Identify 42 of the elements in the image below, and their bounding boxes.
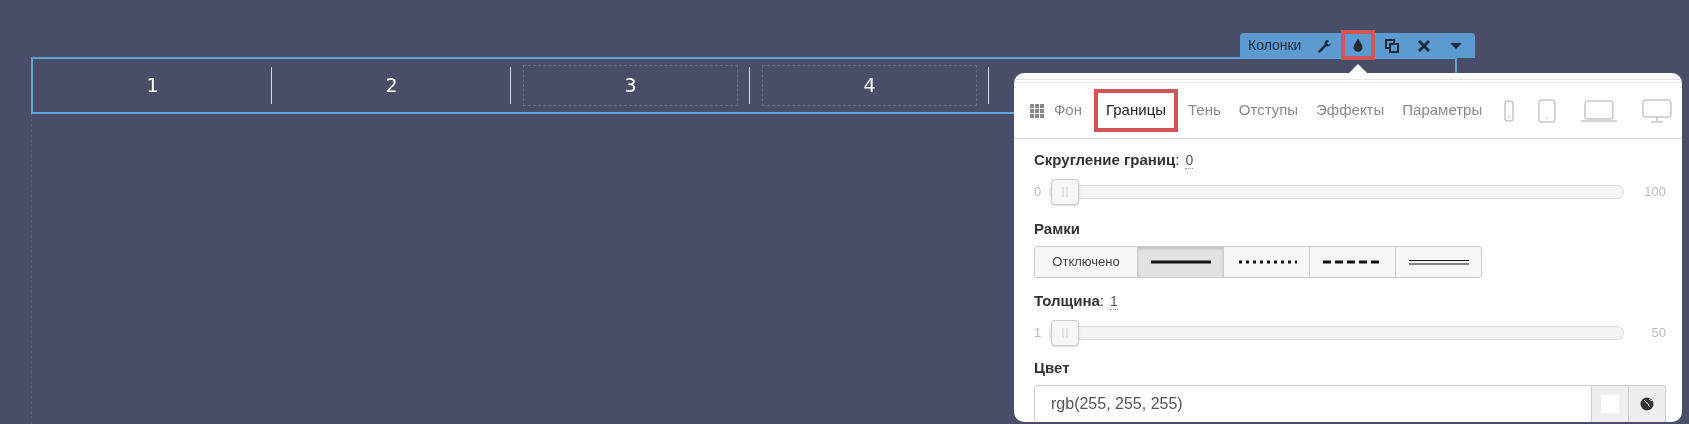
wrench-icon: [1316, 37, 1333, 54]
min-value: 1: [1034, 323, 1042, 342]
panel-tab[interactable]: Фон: [1045, 93, 1090, 128]
color-swatch-button[interactable]: [1592, 385, 1629, 422]
solid-line-icon: [1150, 258, 1211, 266]
double-line-icon: [1408, 258, 1469, 266]
border-style-option[interactable]: [1137, 246, 1224, 278]
value-text: 0: [1185, 152, 1194, 169]
phone-icon[interactable]: [1504, 99, 1515, 122]
grid-icon: [1030, 103, 1044, 118]
panel-tab[interactable]: Тень: [1180, 93, 1229, 128]
column-number: 4: [762, 65, 977, 106]
dotted-line-icon: [1236, 258, 1297, 266]
value-text: 1: [1110, 293, 1118, 310]
drop-button[interactable]: [1341, 29, 1376, 60]
color-field[interactable]: rgb(255, 255, 255): [1034, 385, 1592, 422]
globe-button[interactable]: [1629, 385, 1666, 422]
slider-thumb[interactable]: [1051, 319, 1080, 346]
panel-tab[interactable]: Отступы: [1230, 93, 1307, 128]
slider-thumb[interactable]: [1051, 178, 1080, 205]
field-label: Толщина:: [1034, 292, 1104, 309]
toolbar-title: Колонки: [1248, 36, 1302, 55]
close-icon: [1416, 37, 1433, 54]
panel-tab[interactable]: Границы: [1094, 89, 1178, 132]
border-style-option[interactable]: [1395, 246, 1482, 278]
min-value: 0: [1034, 182, 1042, 201]
column-number: 1: [145, 73, 160, 99]
off-option-button[interactable]: Отключено: [1034, 246, 1138, 278]
slider[interactable]: [1049, 318, 1624, 347]
max-value: 100: [1644, 182, 1666, 201]
globe-icon: [1640, 397, 1654, 411]
panel-tab[interactable]: Эффекты: [1308, 93, 1393, 128]
panel-tab[interactable]: Параметры: [1394, 93, 1491, 128]
slider[interactable]: [1049, 177, 1625, 206]
column-number: 2: [384, 73, 399, 99]
border-style-option[interactable]: [1309, 246, 1396, 278]
field-label: Скругление границ:: [1034, 151, 1180, 168]
column-number: 3: [523, 65, 738, 106]
copy-icon: [1384, 37, 1401, 54]
max-value: 50: [1651, 323, 1666, 342]
field-label: Рамки: [1034, 219, 1080, 237]
field-label: Цвет: [1034, 358, 1070, 376]
